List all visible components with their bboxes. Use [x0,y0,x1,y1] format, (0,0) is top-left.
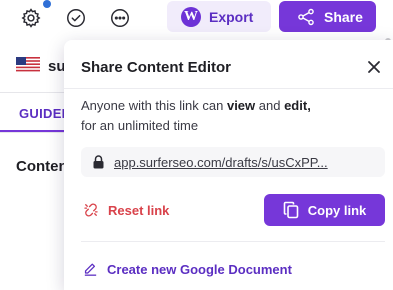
close-icon [368,61,380,73]
more-options-icon[interactable] [108,6,132,30]
dialog-title: Share Content Editor [81,59,232,76]
top-toolbar: W Export Share [0,0,393,36]
export-label: Export [209,8,254,25]
divider [0,92,70,93]
broken-link-icon [84,203,98,217]
copy-link-button[interactable]: Copy link [264,194,385,226]
lock-icon [93,155,104,169]
divider [64,88,393,89]
edit-icon [84,263,97,276]
share-label: Share [324,8,363,25]
create-google-doc-label: Create new Google Document [107,261,292,277]
share-dialog: Share Content Editor Anyone with this li… [64,40,393,290]
share-link-field[interactable]: app.surferseo.com/drafts/s/usCxPP... [81,147,385,177]
close-button[interactable] [364,57,384,77]
us-flag-icon [16,57,40,73]
language-text: su [48,58,66,75]
description-text: Anyone with this link can [81,98,227,113]
permission-view: view [226,98,256,113]
tab-guidelines[interactable]: GUIDEL [19,106,70,121]
reset-link-button[interactable]: Reset link [82,198,169,222]
share-link-url[interactable]: app.surferseo.com/drafts/s/usCxPP... [114,155,328,170]
check-circle-icon[interactable] [64,6,88,30]
divider [81,241,385,242]
permission-edit: edit, [284,98,311,113]
export-button[interactable]: W Export [167,1,271,32]
share-button[interactable]: Share [279,1,376,32]
divider [0,132,70,133]
content-heading: Conten [16,158,68,175]
create-google-doc-button[interactable]: Create new Google Document [82,258,292,280]
language-selector[interactable]: su [0,50,70,82]
wordpress-icon: W [181,6,201,27]
copy-link-label: Copy link [307,202,367,218]
copy-icon [283,201,299,219]
reset-link-label: Reset link [108,202,170,218]
share-icon [298,8,314,25]
gear-icon[interactable] [19,6,43,30]
notification-dot [43,0,51,8]
description-text: and [255,98,285,113]
share-description: Anyone with this link can view and edit,… [81,96,371,136]
description-text: for an unlimited time [81,118,199,133]
